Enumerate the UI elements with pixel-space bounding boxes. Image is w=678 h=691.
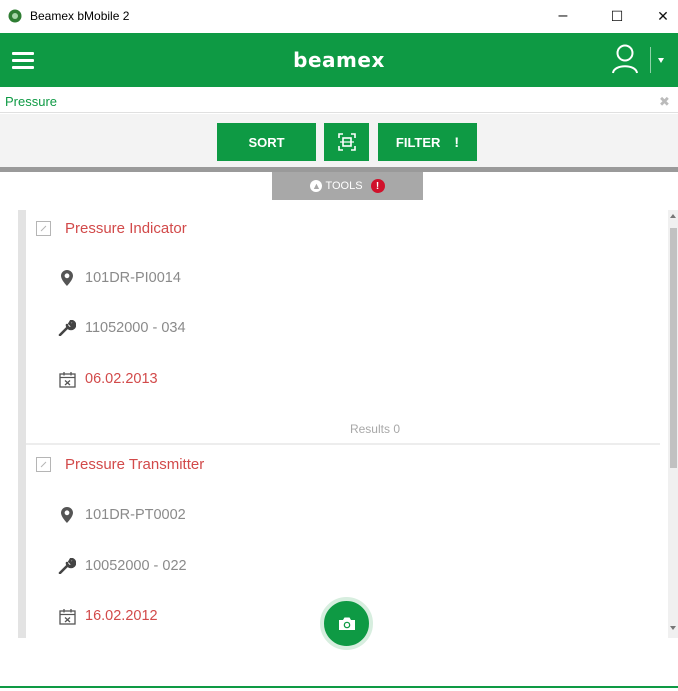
gauge-icon (36, 456, 51, 472)
device-name: Pressure Indicator (65, 219, 187, 237)
device-date-row: 16.02.2012 (58, 605, 158, 627)
device-title-row: Pressure Indicator (36, 217, 187, 239)
device-position-row: 101DR-PT0002 (58, 504, 186, 526)
device-date: 16.02.2012 (85, 608, 158, 624)
device-date-row: 06.02.2013 (58, 368, 158, 390)
clear-icon[interactable]: ✖ (659, 94, 670, 110)
calendar-icon (58, 608, 76, 625)
device-serial-row: 10052000 - 022 (58, 555, 187, 577)
scroll-up-icon[interactable] (670, 214, 676, 218)
brand-logo: beamex (293, 48, 385, 72)
list-left-rail (18, 210, 26, 638)
device-serial-row: 11052000 - 034 (58, 317, 186, 339)
map-pin-icon (58, 270, 76, 286)
device-position: 101DR-PI0014 (85, 270, 181, 286)
device-position-row: 101DR-PI0014 (58, 267, 181, 289)
scan-icon (337, 133, 356, 151)
header-divider (650, 47, 651, 73)
close-button[interactable]: ✕ (640, 0, 678, 32)
arrow-up-circle-icon: ▲ (310, 180, 323, 192)
window-titlebar: Beamex bMobile 2 – ☐ ✕ (0, 0, 678, 32)
results-count: Results 0 (349, 422, 400, 436)
map-pin-icon (58, 507, 76, 523)
device-title-row: Pressure Transmitter (36, 453, 204, 475)
filter-alert-icon: ! (454, 134, 460, 150)
search-input[interactable] (5, 92, 645, 110)
maximize-icon: ☐ (610, 7, 624, 24)
minimize-button[interactable]: – (540, 0, 586, 32)
gauge-icon (36, 220, 51, 236)
wrench-icon (58, 320, 76, 336)
bottom-accent-line (0, 686, 678, 688)
minimize-icon: – (558, 7, 568, 24)
app-header: beamex (0, 33, 678, 87)
tools-toggle[interactable]: ▲ TOOLS ! (272, 172, 423, 200)
window-title: Beamex bMobile 2 (30, 9, 130, 23)
tools-label: TOOLS (325, 180, 363, 192)
chevron-down-icon[interactable] (658, 58, 664, 63)
scroll-down-icon[interactable] (670, 626, 676, 630)
device-name: Pressure Transmitter (65, 455, 205, 473)
app-logo-icon (8, 9, 22, 23)
device-position: 101DR-PT0002 (85, 507, 186, 523)
alert-icon: ! (370, 179, 385, 193)
user-icon[interactable] (611, 44, 639, 74)
maximize-button[interactable]: ☐ (594, 0, 640, 32)
filter-button[interactable]: FILTER ! (378, 123, 477, 161)
device-card[interactable]: Pressure Indicator 101DR-PI0014 11052000… (26, 210, 660, 445)
toolbar: SORT FILTER ! (0, 114, 678, 167)
wrench-icon (58, 558, 76, 574)
scan-button[interactable] (324, 123, 369, 161)
list-scrollbar[interactable] (668, 210, 678, 638)
filter-label: FILTER (395, 134, 441, 150)
device-serial: 10052000 - 022 (85, 558, 187, 574)
scroll-thumb[interactable] (670, 228, 677, 468)
device-serial: 11052000 - 034 (85, 320, 186, 336)
sort-button[interactable]: SORT (217, 123, 316, 161)
close-icon: ✕ (657, 7, 669, 24)
camera-icon (338, 617, 355, 630)
device-date: 06.02.2013 (85, 371, 158, 387)
calendar-icon (58, 371, 76, 388)
search-bar: ✖ (0, 87, 678, 113)
camera-button[interactable] (320, 597, 373, 650)
